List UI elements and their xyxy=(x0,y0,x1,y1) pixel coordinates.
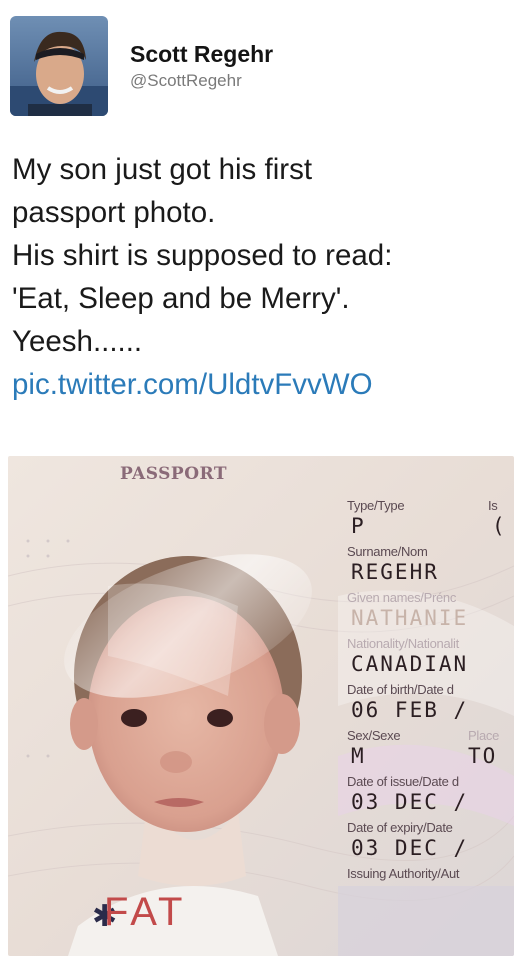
passport-place-value: TO xyxy=(468,744,498,768)
passport-authority-label: Issuing Authority/Aut xyxy=(347,866,460,881)
passport-issue-value: 03 DEC / xyxy=(351,790,469,814)
tweet-text-line: 'Eat, Sleep and be Merry'. xyxy=(12,282,350,315)
tweet-author: Scott Regehr @ScottRegehr xyxy=(130,40,273,92)
passport-issuing-country-value: ( xyxy=(492,514,507,538)
passport-given-names-value: NATHANIE xyxy=(351,606,469,630)
passport-dob-value: 06 FEB / xyxy=(351,698,469,722)
passport-given-names-label: Given names/Prénc xyxy=(347,590,457,605)
passport-sex-label: Sex/Sexe xyxy=(347,728,401,743)
passport-nationality-value: CANADIAN xyxy=(351,652,469,676)
passport-type-label: Type/Type xyxy=(347,498,405,513)
shirt-text: FAT xyxy=(104,890,187,934)
passport-expiry-label: Date of expiry/Date xyxy=(347,820,453,835)
tweet-text-line: His shirt is supposed to read: xyxy=(12,239,393,272)
tweet-media-link[interactable]: pic.twitter.com/UldtvFvvWO xyxy=(12,363,512,406)
passport-surname-value: REGEHR xyxy=(351,560,439,584)
passport-place-label: Place xyxy=(468,728,500,743)
author-handle[interactable]: @ScottRegehr xyxy=(130,70,273,92)
passport-sex-value: M xyxy=(351,744,366,768)
tweet-text-line: Yeesh...... xyxy=(12,325,143,358)
tweet-text-line: My son just got his first xyxy=(12,153,313,186)
author-display-name[interactable]: Scott Regehr xyxy=(130,40,273,68)
passport-nationality-label: Nationality/Nationalit xyxy=(347,636,459,651)
passport-type-value: P xyxy=(351,514,366,538)
passport-surname-label: Surname/Nom xyxy=(347,544,428,559)
tweet-media-image[interactable]: ✱ PASSPORT Type/Type Is P ( Surname/Nom … xyxy=(8,456,514,956)
author-avatar[interactable] xyxy=(10,16,108,116)
avatar-photo xyxy=(10,16,108,116)
passport-expiry-value: 03 DEC / xyxy=(351,836,469,860)
passport-title: PASSPORT xyxy=(120,464,227,484)
tweet-text: My son just got his first passport photo… xyxy=(12,148,512,406)
passport-dob-label: Date of birth/Date d xyxy=(347,682,454,697)
passport-issuing-country-label: Is xyxy=(488,498,498,513)
tweet-text-line: passport photo. xyxy=(12,196,216,229)
passport-issue-label: Date of issue/Date d xyxy=(347,774,459,789)
